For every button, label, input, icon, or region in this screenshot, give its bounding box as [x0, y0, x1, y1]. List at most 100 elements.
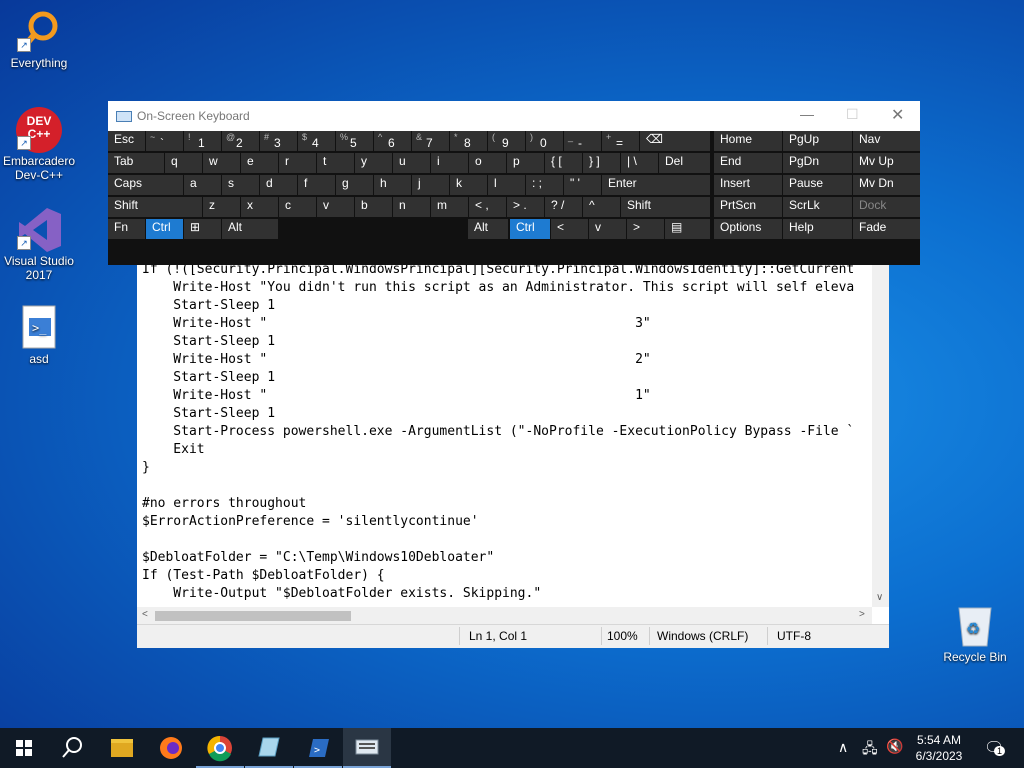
key-3-3[interactable]: c: [279, 197, 316, 217]
key-3-0[interactable]: Shift: [108, 197, 202, 217]
key-3-11[interactable]: ^: [583, 197, 620, 217]
key-1-3[interactable]: e: [241, 153, 278, 173]
key-0-2[interactable]: ! 1: [184, 131, 221, 151]
key-0-5[interactable]: $4: [298, 131, 335, 151]
key-3-8[interactable]: < ,: [469, 197, 506, 217]
nav-key-pgdn[interactable]: PgDn: [783, 153, 852, 173]
key-0-14[interactable]: ⌫: [640, 131, 710, 151]
key-1-8[interactable]: i: [431, 153, 468, 173]
key-3-5[interactable]: b: [355, 197, 392, 217]
nav-key-end[interactable]: End: [714, 153, 782, 173]
key-1-2[interactable]: w: [203, 153, 240, 173]
key-2-10[interactable]: : ;: [526, 175, 563, 195]
nav-key-options[interactable]: Options: [714, 219, 782, 239]
key-1-4[interactable]: r: [279, 153, 316, 173]
nav-key-nav[interactable]: Nav: [853, 131, 920, 151]
key-3-6[interactable]: n: [393, 197, 430, 217]
key-0-6[interactable]: % 5: [336, 131, 373, 151]
key-2-7[interactable]: j: [412, 175, 449, 195]
taskbar-file-explorer[interactable]: [98, 728, 146, 768]
network-icon[interactable]: 🖧: [862, 738, 878, 762]
desktop-icon-everything[interactable]: ↗ Everything: [1, 8, 77, 70]
key-4-9[interactable]: ▤: [665, 219, 710, 239]
nav-key-scrlk[interactable]: ScrLk: [783, 197, 852, 217]
nav-key-home[interactable]: Home: [714, 131, 782, 151]
taskbar-notepad[interactable]: [245, 728, 293, 768]
horizontal-scroll-thumb[interactable]: [155, 611, 351, 621]
desktop-icon-recycle-bin[interactable]: ♻ Recycle Bin: [937, 602, 1013, 664]
taskbar-firefox[interactable]: [147, 728, 195, 768]
key-0-13[interactable]: + =: [602, 131, 639, 151]
key-1-6[interactable]: y: [355, 153, 392, 173]
key-3-4[interactable]: v: [317, 197, 354, 217]
nav-key-prtscn[interactable]: PrtScn: [714, 197, 782, 217]
key-3-10[interactable]: ? /: [545, 197, 582, 217]
scroll-down-arrow-icon[interactable]: ∨: [876, 592, 883, 603]
nav-key-pgup[interactable]: PgUp: [783, 131, 852, 151]
action-center-button[interactable]: 🗨 1: [984, 738, 1006, 758]
key-4-7[interactable]: v: [589, 219, 626, 239]
nav-key-help[interactable]: Help: [783, 219, 852, 239]
desktop-icon-devcpp[interactable]: DEV C++ ↗ Embarcadero Dev-C++: [1, 106, 77, 182]
key-0-10[interactable]: (9: [488, 131, 525, 151]
key-2-8[interactable]: k: [450, 175, 487, 195]
volume-muted-icon[interactable]: 🔇: [886, 738, 903, 755]
key-3-1[interactable]: z: [203, 197, 240, 217]
key-0-4[interactable]: #3: [260, 131, 297, 151]
search-button[interactable]: [48, 728, 96, 768]
key-2-5[interactable]: g: [336, 175, 373, 195]
show-hidden-icons-chevron-icon[interactable]: ∧: [838, 739, 848, 756]
key-2-12[interactable]: Enter: [602, 175, 710, 195]
nav-key-fade[interactable]: Fade: [853, 219, 920, 239]
key-3-12[interactable]: Shift: [621, 197, 710, 217]
key-1-1[interactable]: q: [165, 153, 202, 173]
nav-key-mv-dn[interactable]: Mv Dn: [853, 175, 920, 195]
scroll-left-arrow-icon[interactable]: <: [142, 609, 148, 620]
key-2-0[interactable]: Caps: [108, 175, 183, 195]
key-1-5[interactable]: t: [317, 153, 354, 173]
minimize-button[interactable]: —: [800, 106, 814, 122]
close-button[interactable]: ✕: [891, 105, 904, 125]
key-0-3[interactable]: @2: [222, 131, 259, 151]
key-1-13[interactable]: | \: [621, 153, 658, 173]
key-0-0[interactable]: Esc: [108, 131, 145, 151]
taskbar-on-screen-keyboard[interactable]: [343, 728, 391, 768]
key-2-1[interactable]: a: [184, 175, 221, 195]
desktop-icon-asd[interactable]: >_ asd: [1, 304, 77, 366]
key-2-2[interactable]: s: [222, 175, 259, 195]
key-1-10[interactable]: p: [507, 153, 544, 173]
key-4-6[interactable]: <: [551, 219, 588, 239]
key-2-9[interactable]: l: [488, 175, 525, 195]
key-3-7[interactable]: m: [431, 197, 468, 217]
key-1-12[interactable]: } ]: [583, 153, 620, 173]
key-4-0[interactable]: Fn: [108, 219, 145, 239]
taskbar-powershell[interactable]: >: [294, 728, 342, 768]
key-1-0[interactable]: Tab: [108, 153, 164, 173]
key-0-8[interactable]: & 7: [412, 131, 449, 151]
start-button[interactable]: [0, 728, 48, 768]
key-4-1[interactable]: Ctrl: [146, 219, 183, 239]
desktop-icon-visual-studio[interactable]: ↗ Visual Studio 2017: [1, 206, 77, 282]
key-1-14[interactable]: Del: [659, 153, 710, 173]
key-1-11[interactable]: { [: [545, 153, 582, 173]
key-4-5[interactable]: Ctrl: [510, 219, 550, 239]
key-2-4[interactable]: f: [298, 175, 335, 195]
key-4-4[interactable]: Alt: [468, 219, 508, 239]
key-3-9[interactable]: > .: [507, 197, 544, 217]
vertical-scrollbar[interactable]: ∨: [872, 255, 889, 607]
scroll-right-arrow-icon[interactable]: >: [859, 609, 865, 620]
key-4-8[interactable]: >: [627, 219, 664, 239]
key-4-3[interactable]: Alt: [222, 219, 278, 239]
osk-title-bar[interactable]: On-Screen Keyboard — ☐ ✕: [108, 101, 920, 131]
key-2-6[interactable]: h: [374, 175, 411, 195]
nav-key-pause[interactable]: Pause: [783, 175, 852, 195]
key-1-7[interactable]: u: [393, 153, 430, 173]
clock[interactable]: 5:54 AM 6/3/2023: [910, 732, 968, 764]
nav-key-mv-up[interactable]: Mv Up: [853, 153, 920, 173]
taskbar-chrome[interactable]: [196, 728, 244, 768]
notepad-text-area[interactable]: If (!([Security.Principal.WindowsPrincip…: [142, 261, 868, 601]
maximize-button[interactable]: ☐: [846, 106, 859, 123]
nav-key-dock[interactable]: Dock: [853, 197, 920, 217]
key-0-12[interactable]: _ -: [564, 131, 601, 151]
key-0-1[interactable]: ~ `: [146, 131, 183, 151]
